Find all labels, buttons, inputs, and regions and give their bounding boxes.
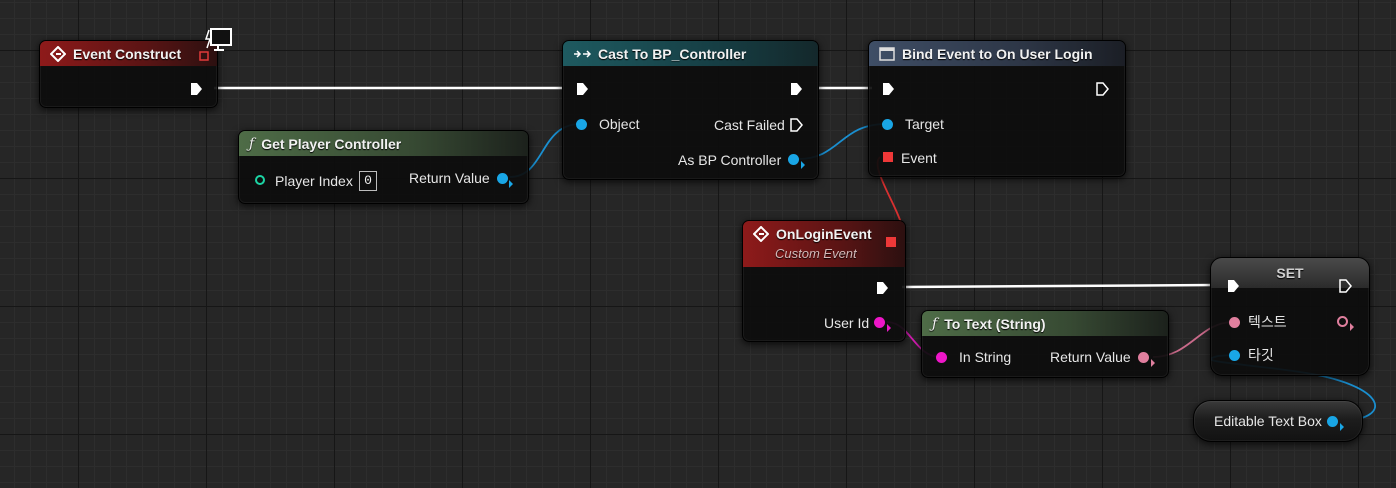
text-out-pin[interactable] xyxy=(1337,316,1348,327)
return-value-arrow-icon xyxy=(509,175,514,193)
exec-out-pin[interactable] xyxy=(790,82,803,96)
player-index-pin[interactable] xyxy=(255,175,265,185)
in-string-label: In String xyxy=(959,349,1012,365)
bind-event-header[interactable]: Bind Event to On User Login xyxy=(869,41,1125,66)
event-construct-title: Event Construct xyxy=(73,45,182,62)
return-value-label: Return Value xyxy=(409,170,490,186)
diamond-event-icon xyxy=(753,226,769,242)
text-label: 텍스트 xyxy=(1248,314,1287,330)
editable-text-box-pin[interactable] xyxy=(1327,416,1338,427)
target-label: Target xyxy=(905,116,944,132)
get-player-controller-header[interactable]: ƒ Get Player Controller xyxy=(239,131,528,156)
target-label: 타깃 xyxy=(1248,347,1274,363)
return-value-pin[interactable] xyxy=(1138,352,1149,363)
get-player-controller-node[interactable]: ƒ Get Player Controller Player Index 0 R… xyxy=(238,130,529,204)
to-text-header[interactable]: ƒ To Text (String) xyxy=(922,311,1168,336)
event-construct-node[interactable]: Event Construct xyxy=(39,28,232,108)
event-construct-header[interactable]: Event Construct xyxy=(40,41,217,66)
bind-event-node[interactable]: Bind Event to On User Login Target Event xyxy=(868,40,1126,177)
exec-in-pin[interactable] xyxy=(882,82,895,96)
to-text-string-node[interactable]: ƒ To Text (String) In String Return Valu… xyxy=(921,310,1169,378)
event-delegate-out-pin[interactable] xyxy=(886,237,896,247)
set-node[interactable]: SET 텍스트 타깃 xyxy=(1210,257,1370,376)
text-out-arrow-icon xyxy=(1350,318,1355,336)
event-label: Event xyxy=(901,150,937,166)
exec-out-pin[interactable] xyxy=(876,281,889,295)
exec-wire-login-to-set xyxy=(901,283,1216,289)
exec-in-pin[interactable] xyxy=(1227,279,1240,293)
return-value-pin[interactable] xyxy=(497,173,508,184)
editable-text-box-node[interactable]: Editable Text Box xyxy=(1193,400,1363,442)
player-index-label: Player Index xyxy=(275,173,353,189)
object-label: Object xyxy=(599,116,640,132)
cast-failed-pin[interactable] xyxy=(790,118,803,132)
event-delegate-pin[interactable] xyxy=(883,152,893,162)
return-value-arrow-icon xyxy=(1151,354,1156,372)
user-id-pin[interactable] xyxy=(874,317,885,328)
set-title: SET xyxy=(1276,265,1304,281)
on-login-event-header[interactable]: OnLoginEvent Custom Event xyxy=(743,221,905,267)
cast-arrow-icon xyxy=(573,49,591,59)
custom-event-subtitle: Custom Event xyxy=(775,246,857,261)
exec-in-pin[interactable] xyxy=(576,82,589,96)
bind-event-title: Bind Event to On User Login xyxy=(902,45,1093,62)
cast-header[interactable]: Cast To BP_Controller xyxy=(563,41,818,66)
on-login-event-title: OnLoginEvent xyxy=(776,226,872,242)
to-text-title: To Text (String) xyxy=(944,315,1046,332)
window-icon xyxy=(879,46,895,61)
function-f-icon: ƒ xyxy=(932,315,938,332)
user-id-arrow-icon xyxy=(887,319,892,337)
monitor-icon xyxy=(204,27,233,58)
in-string-pin[interactable] xyxy=(936,352,947,363)
text-in-pin[interactable] xyxy=(1229,317,1240,328)
editable-text-box-arrow-icon xyxy=(1340,418,1345,436)
as-bp-controller-label: As BP Controller xyxy=(678,152,782,168)
on-login-event-node[interactable]: OnLoginEvent Custom Event User Id xyxy=(742,220,906,342)
cast-to-bp-controller-node[interactable]: Cast To BP_Controller Object Cast Failed… xyxy=(562,40,819,180)
editable-text-box-label: Editable Text Box xyxy=(1214,413,1322,429)
exec-out-pin[interactable] xyxy=(1339,279,1352,293)
as-bp-controller-arrow-icon xyxy=(801,156,806,174)
target-pin[interactable] xyxy=(1229,350,1240,361)
get-player-controller-title: Get Player Controller xyxy=(261,135,402,152)
function-f-icon: ƒ xyxy=(249,135,255,152)
return-value-label: Return Value xyxy=(1050,349,1131,365)
user-id-label: User Id xyxy=(824,315,870,331)
as-bp-controller-pin[interactable] xyxy=(788,154,799,165)
cast-failed-label: Cast Failed xyxy=(714,117,785,133)
target-pin[interactable] xyxy=(882,119,893,130)
player-index-input[interactable]: 0 xyxy=(359,171,377,191)
exec-out-pin[interactable] xyxy=(1096,82,1109,96)
cast-title: Cast To BP_Controller xyxy=(598,45,747,62)
exec-out-pin[interactable] xyxy=(190,82,203,96)
object-pin[interactable] xyxy=(576,119,587,130)
diamond-event-icon xyxy=(50,45,66,62)
